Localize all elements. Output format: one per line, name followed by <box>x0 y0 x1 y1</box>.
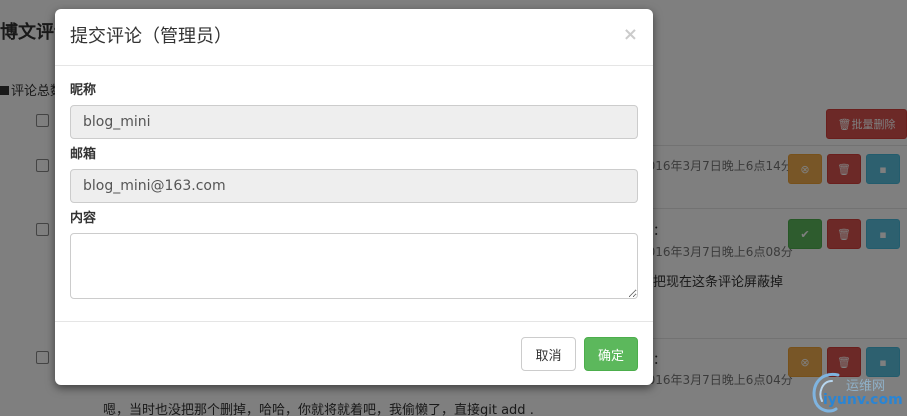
watermark-en: iyunv.com <box>823 392 903 408</box>
content-label: 内容 <box>70 211 97 226</box>
modal-title: 提交评论（管理员） <box>70 26 232 47</box>
nickname-field[interactable]: blog_mini <box>70 105 638 139</box>
modal-footer: 取消 确定 <box>55 321 653 385</box>
cancel-button[interactable]: 取消 <box>521 337 576 371</box>
nickname-label: 昵称 <box>70 83 97 98</box>
modal-header: 提交评论（管理员） × <box>55 9 653 66</box>
watermark-logo: 运维网 iyunv.com <box>808 367 907 416</box>
close-icon[interactable]: × <box>623 25 638 45</box>
confirm-button[interactable]: 确定 <box>584 337 638 371</box>
email-field[interactable]: blog_mini@163.com <box>70 169 638 203</box>
modal-body: 昵称 blog_mini 邮箱 blog_mini@163.com 内容 <box>55 66 653 321</box>
comment-modal: 提交评论（管理员） × 昵称 blog_mini 邮箱 blog_mini@16… <box>55 9 653 385</box>
content-textarea[interactable] <box>70 233 638 299</box>
email-label: 邮箱 <box>70 147 97 162</box>
